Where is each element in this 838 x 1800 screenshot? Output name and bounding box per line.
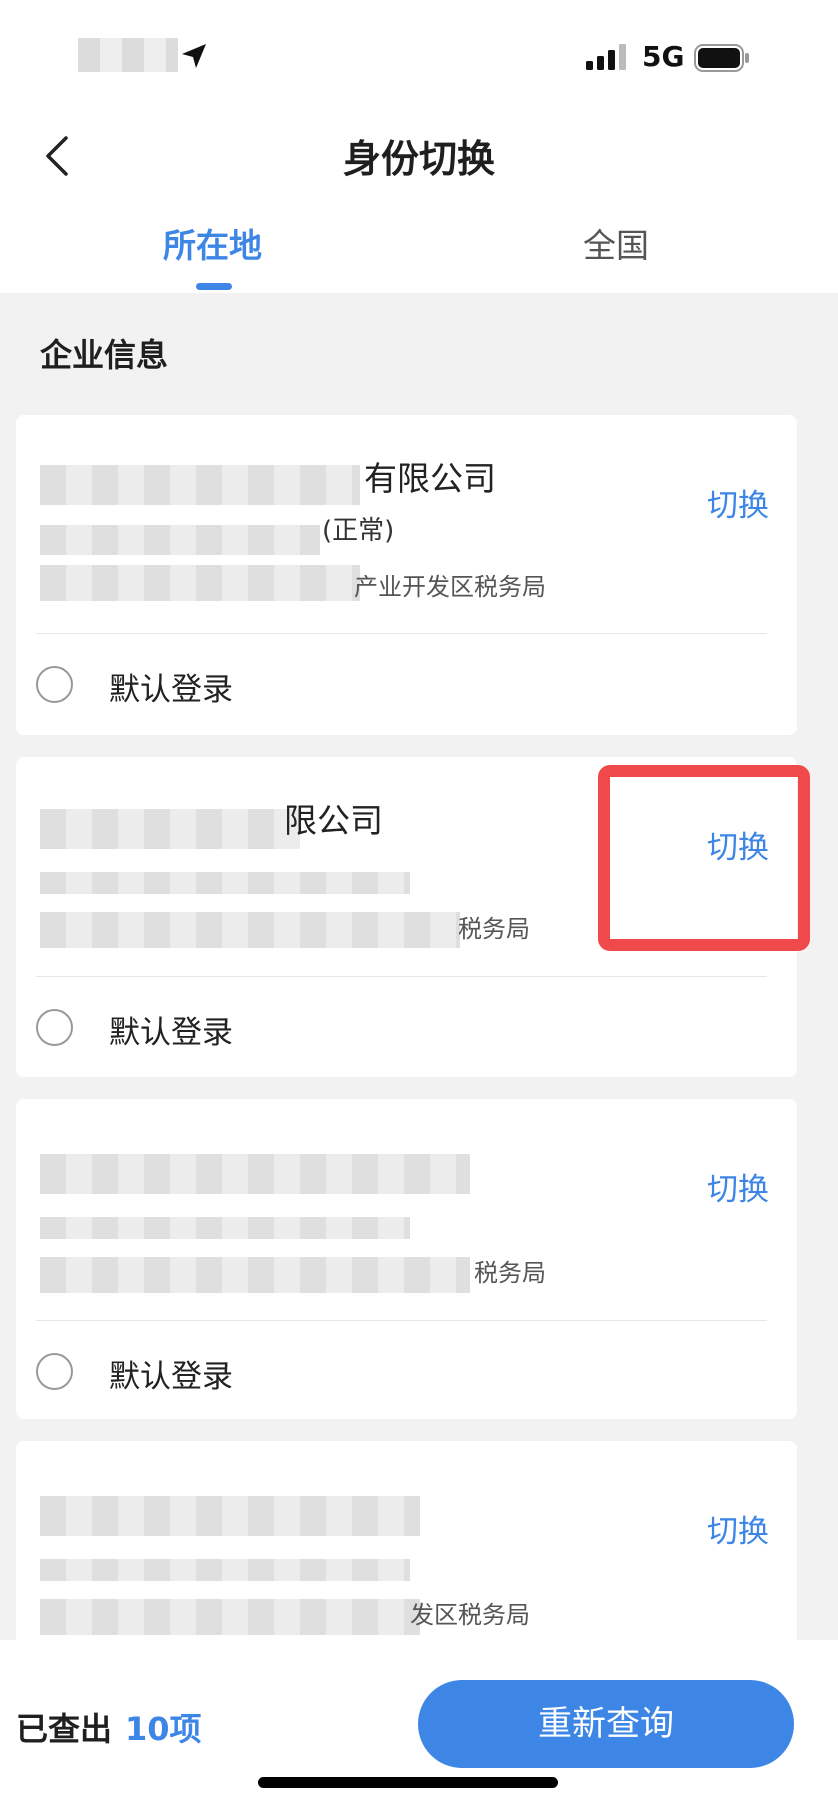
- tax-authority: 税务局: [458, 915, 530, 943]
- blurred-company-status: [40, 525, 320, 555]
- blurred-company-name: [40, 465, 360, 505]
- default-login-label: 默认登录: [109, 672, 233, 708]
- switch-button[interactable]: 切换: [707, 1506, 769, 1551]
- tab-bar: 所在地 全国: [0, 205, 838, 293]
- card-divider: [36, 1320, 767, 1321]
- page-title: 身份切换: [342, 137, 495, 181]
- nav-bar: 身份切换: [0, 110, 838, 205]
- blurred-tax-authority: [40, 1257, 470, 1293]
- default-login-radio[interactable]: [36, 1353, 73, 1390]
- company-status: (正常): [322, 516, 395, 546]
- blurred-company-name: [40, 1496, 420, 1536]
- result-count-value: 10项: [125, 1710, 202, 1748]
- blurred-company-status: [40, 1217, 410, 1239]
- location-arrow-icon: [182, 44, 206, 68]
- company-card: 有限公司 (正常) 产业开发区税务局 切换 默认登录: [16, 415, 797, 735]
- tab-local[interactable]: 所在地: [163, 219, 262, 267]
- blurred-company-status: [40, 1559, 410, 1581]
- battery-icon: [694, 44, 749, 72]
- company-name: 有限公司: [364, 459, 496, 498]
- default-login-radio[interactable]: [36, 1009, 73, 1046]
- signal-icon: [586, 44, 626, 70]
- highlight-box: [598, 765, 810, 951]
- time-blurred: [78, 38, 178, 72]
- status-bar: 5G: [0, 0, 838, 110]
- blurred-company-status: [40, 872, 410, 894]
- bottom-bar: 已查出 10项 重新查询: [0, 1640, 838, 1800]
- card-divider: [36, 633, 767, 634]
- network-type: 5G: [642, 40, 685, 73]
- blurred-company-name: [40, 1154, 470, 1194]
- default-login-radio[interactable]: [36, 666, 73, 703]
- card-divider: [36, 976, 767, 977]
- tab-national[interactable]: 全国: [583, 219, 649, 267]
- blurred-tax-authority: [40, 1599, 420, 1635]
- default-login-label: 默认登录: [109, 1359, 233, 1395]
- tax-authority: 产业开发区税务局: [354, 573, 546, 601]
- tax-authority: 税务局: [474, 1259, 546, 1287]
- result-count-label: 已查出: [16, 1710, 113, 1748]
- home-indicator: [258, 1777, 558, 1788]
- requery-button[interactable]: 重新查询: [418, 1680, 794, 1768]
- company-name: 限公司: [284, 801, 383, 840]
- tax-authority: 发区税务局: [410, 1601, 530, 1629]
- section-title: 企业信息: [40, 336, 169, 374]
- company-card: 税务局 切换 默认登录: [16, 1099, 797, 1419]
- switch-button[interactable]: 切换: [707, 1164, 769, 1209]
- default-login-label: 默认登录: [109, 1015, 233, 1051]
- blurred-tax-authority: [40, 565, 360, 601]
- blurred-tax-authority: [40, 912, 460, 948]
- switch-button[interactable]: 切换: [707, 480, 769, 525]
- tab-active-indicator: [196, 283, 232, 290]
- blurred-company-name: [40, 809, 300, 849]
